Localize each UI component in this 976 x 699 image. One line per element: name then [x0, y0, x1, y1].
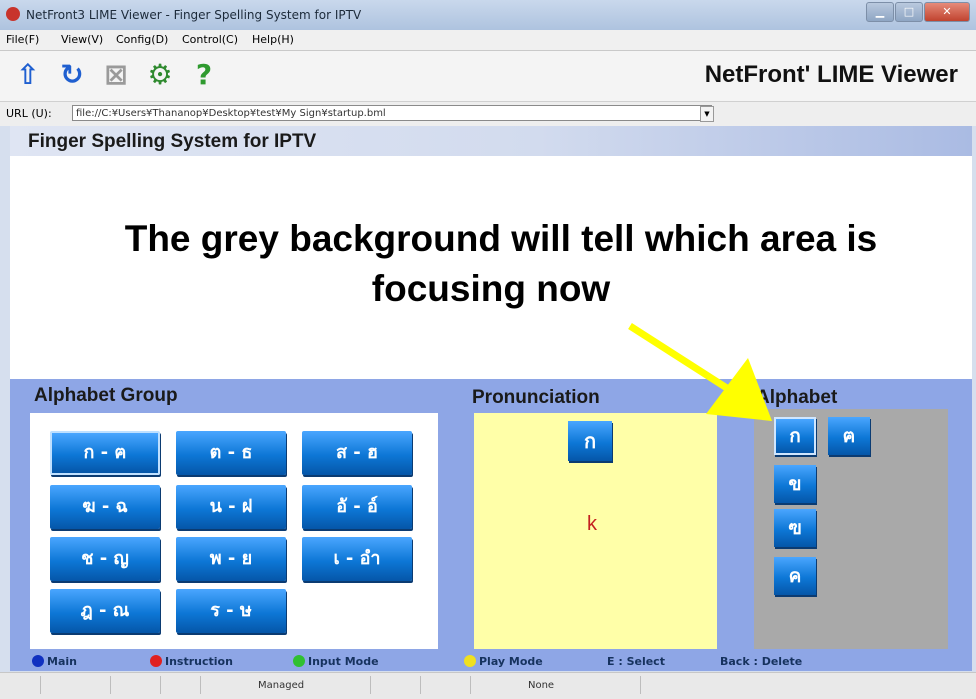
brand-logo: NetFront' LIME Viewer — [704, 61, 958, 88]
close-button[interactable]: ✕ — [924, 2, 970, 22]
url-dropdown-icon[interactable]: ▼ — [700, 106, 714, 122]
window-controls: ▁ □ ✕ — [866, 2, 970, 22]
url-input[interactable]: file://C:¥Users¥Thananop¥Desktop¥test¥My… — [72, 105, 712, 121]
status-managed: Managed — [258, 680, 305, 691]
status-none: None — [528, 680, 555, 691]
page-content: Finger Spelling System for IPTV The grey… — [10, 126, 972, 671]
url-bar: URL (U): file://C:¥Users¥Thananop¥Deskto… — [0, 102, 976, 126]
menu-help[interactable]: Help(H) — [252, 33, 294, 46]
app-icon — [6, 7, 20, 21]
menu-view[interactable]: View(V) — [61, 33, 103, 46]
up-arrow-icon[interactable]: ⇧ — [10, 57, 46, 93]
minimize-button[interactable]: ▁ — [866, 2, 894, 22]
menu-bar: File(F) View(V) Config(D) Control(C) Hel… — [0, 30, 976, 51]
stop-icon[interactable]: ⊠ — [98, 57, 134, 93]
status-bar: Managed None — [0, 672, 976, 699]
help-icon[interactable]: ? — [186, 57, 222, 93]
arrow-head — [706, 358, 772, 421]
toolbar: ⇧ ↻ ⊠ ⚙ ? NetFront' LIME Viewer — [0, 51, 976, 102]
title-bar: NetFront3 LIME Viewer - Finger Spelling … — [0, 0, 976, 30]
reload-icon[interactable]: ↻ — [54, 57, 90, 93]
menu-config[interactable]: Config(D) — [116, 33, 168, 46]
viewer-window: NetFront3 LIME Viewer - Finger Spelling … — [0, 0, 976, 699]
window-title: NetFront3 LIME Viewer - Finger Spelling … — [26, 8, 362, 22]
menu-file[interactable]: File(F) — [6, 33, 39, 46]
pointer-arrow — [628, 323, 772, 421]
maximize-button[interactable]: □ — [895, 2, 923, 22]
menu-control[interactable]: Control(C) — [182, 33, 238, 46]
settings-icon[interactable]: ⚙ — [142, 57, 178, 93]
url-label: URL (U): — [6, 107, 52, 120]
